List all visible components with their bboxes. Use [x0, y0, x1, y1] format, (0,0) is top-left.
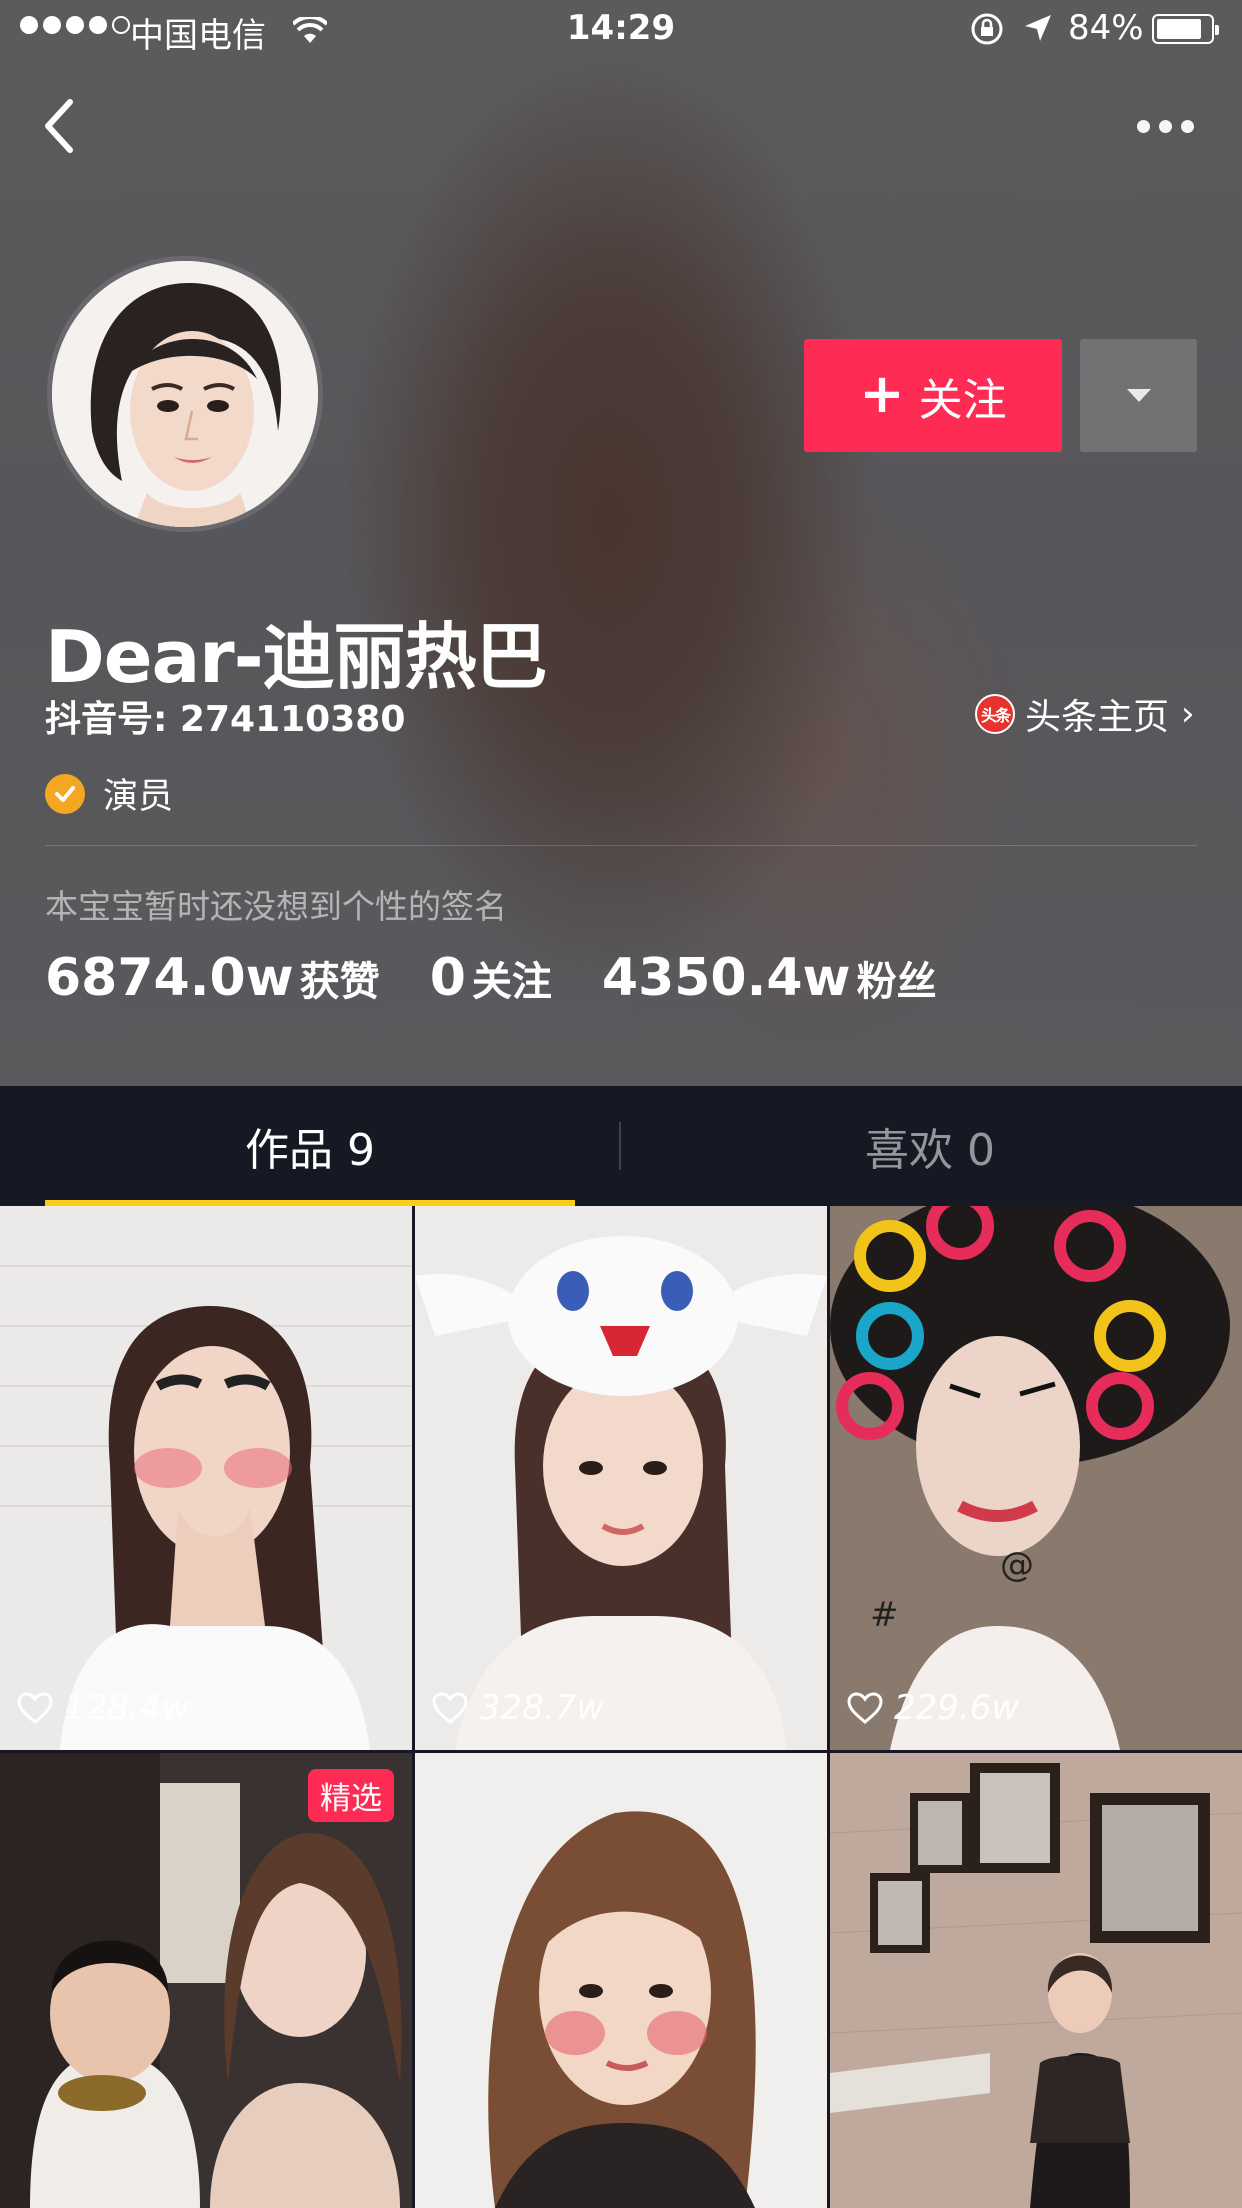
avatar-portrait — [52, 261, 318, 527]
stat-value: 4350.4w — [601, 948, 851, 1008]
likes-count: 6874.0w 获赞 — [45, 948, 380, 1008]
more-dot-icon — [1180, 119, 1194, 133]
chevron-left-icon — [45, 99, 73, 153]
toutiao-link-label: 头条主页 — [1025, 697, 1170, 738]
video-thumbnail[interactable] — [415, 1753, 827, 2208]
location-icon — [1023, 12, 1053, 52]
video-thumbnail[interactable]: 328.7w — [415, 1206, 827, 1750]
tab-likes[interactable]: 喜欢 0 — [620, 1086, 1240, 1206]
verified-badge: 演员 — [45, 768, 173, 819]
video-grid: 128.4w 328.7w @ # 229.6w 精选 — [0, 1206, 1242, 2208]
profile-header: 中国电信 14:29 84% + 关注 Dear-迪丽热巴 抖音号: 27411… — [0, 0, 1242, 1086]
verified-label: 演员 — [103, 777, 174, 817]
video-thumbnail[interactable]: @ # 229.6w — [830, 1206, 1242, 1750]
video-likes: 229.6w — [846, 1688, 1019, 1728]
heart-icon — [17, 1692, 53, 1724]
back-button[interactable] — [36, 96, 86, 156]
video-thumbnail-image — [830, 1753, 1242, 2208]
stat-value: 0 — [429, 948, 466, 1008]
video-likes-count: 128.4w — [64, 1688, 190, 1728]
divider — [45, 845, 1197, 846]
verified-check-icon — [45, 773, 85, 814]
video-thumbnail[interactable] — [830, 1753, 1242, 2208]
video-thumbnail-image — [415, 1206, 827, 1750]
avatar[interactable] — [47, 256, 323, 532]
video-thumbnail-image — [0, 1206, 412, 1750]
heart-icon — [847, 1692, 883, 1724]
follow-label: 关注 — [918, 374, 1007, 426]
more-options-button[interactable] — [1130, 108, 1200, 144]
video-likes-count: 229.6w — [894, 1688, 1020, 1728]
plus-icon: + — [859, 361, 905, 425]
clock: 14:29 — [566, 8, 676, 48]
heart-icon — [432, 1692, 468, 1724]
follow-button[interactable]: + 关注 — [804, 339, 1062, 452]
recommend-dropdown-button[interactable] — [1080, 339, 1197, 452]
profile-stats: 6874.0w 获赞 0 关注 4350.4w 粉丝 — [45, 948, 987, 1008]
chevron-right-icon: › — [1181, 694, 1195, 734]
profile-tabs: 作品 9 喜欢 0 — [0, 1086, 1242, 1206]
stat-label: 获赞 — [299, 959, 380, 1005]
status-bar: 中国电信 14:29 84% — [0, 0, 1242, 60]
video-thumbnail-image: @ # — [830, 1206, 1242, 1750]
caret-down-icon — [1127, 389, 1151, 402]
toutiao-homepage-link[interactable]: 头条 头条主页 › — [975, 688, 1195, 740]
video-likes-count: 328.7w — [479, 1688, 605, 1728]
following-count[interactable]: 0 关注 — [430, 948, 552, 1008]
tab-works[interactable]: 作品 9 — [45, 1086, 575, 1206]
video-likes: 128.4w — [16, 1688, 189, 1728]
battery-percentage: 84% — [1068, 8, 1144, 48]
followers-count[interactable]: 4350.4w 粉丝 — [602, 948, 937, 1008]
username: Dear-迪丽热巴 — [45, 615, 548, 699]
signature: 本宝宝暂时还没想到个性的签名 — [45, 887, 507, 926]
video-thumbnail[interactable]: 精选 — [0, 1753, 412, 2208]
featured-badge: 精选 — [308, 1769, 394, 1822]
battery-icon — [1152, 14, 1219, 44]
stat-label: 粉丝 — [856, 959, 937, 1005]
stat-value: 6874.0w — [45, 948, 294, 1008]
douyin-id: 抖音号: 274110380 — [45, 699, 406, 740]
stat-label: 关注 — [471, 959, 552, 1005]
video-likes: 328.7w — [431, 1688, 604, 1728]
more-dot-icon — [1136, 119, 1150, 133]
video-thumbnail-image — [415, 1753, 827, 2208]
svg-text:#: # — [870, 1595, 899, 1635]
svg-text:@: @ — [1000, 1545, 1034, 1585]
toutiao-logo-icon: 头条 — [975, 694, 1015, 734]
rotation-lock-icon — [970, 12, 1004, 55]
video-thumbnail[interactable]: 128.4w — [0, 1206, 412, 1750]
more-dot-icon — [1158, 119, 1172, 133]
